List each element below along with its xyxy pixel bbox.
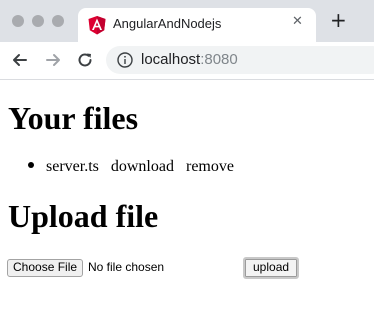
tab-strip: AngularAndNodejs ✕ + xyxy=(0,0,374,42)
list-bullet xyxy=(28,162,34,168)
angular-favicon-icon xyxy=(88,16,106,35)
remove-link[interactable]: remove xyxy=(186,158,234,175)
files-heading: Your files xyxy=(8,100,139,136)
minimize-window-button[interactable] xyxy=(32,15,44,27)
forward-arrow-icon[interactable] xyxy=(43,50,63,70)
page-content: Your files server.ts download remove Uploa… xyxy=(0,80,374,333)
no-file-text: No file chosen xyxy=(88,260,165,274)
list-item: server.ts download remove xyxy=(28,157,234,177)
new-tab-button[interactable]: + xyxy=(330,10,347,30)
browser-toolbar: localhost:8080 xyxy=(0,42,374,80)
site-info-icon[interactable] xyxy=(117,52,133,68)
close-window-button[interactable] xyxy=(12,15,24,27)
reload-icon[interactable] xyxy=(75,50,95,70)
file-name: server.ts xyxy=(46,158,99,175)
download-link[interactable]: download xyxy=(111,158,174,175)
address-bar[interactable]: localhost:8080 xyxy=(106,46,374,74)
choose-file-button[interactable]: Choose File xyxy=(7,259,84,277)
back-arrow-icon[interactable] xyxy=(10,50,30,70)
url-text: localhost:8080 xyxy=(141,51,238,68)
url-host: localhost xyxy=(141,51,201,68)
tab-close-icon[interactable]: ✕ xyxy=(292,14,303,29)
tab-title: AngularAndNodejs xyxy=(113,16,222,31)
file-list: server.ts download remove xyxy=(28,157,234,177)
browser-tab[interactable]: AngularAndNodejs ✕ xyxy=(78,8,316,42)
upload-button[interactable]: upload xyxy=(243,257,300,279)
maximize-window-button[interactable] xyxy=(52,15,64,27)
url-port: :8080 xyxy=(200,51,238,68)
upload-heading: Upload file xyxy=(8,198,159,234)
